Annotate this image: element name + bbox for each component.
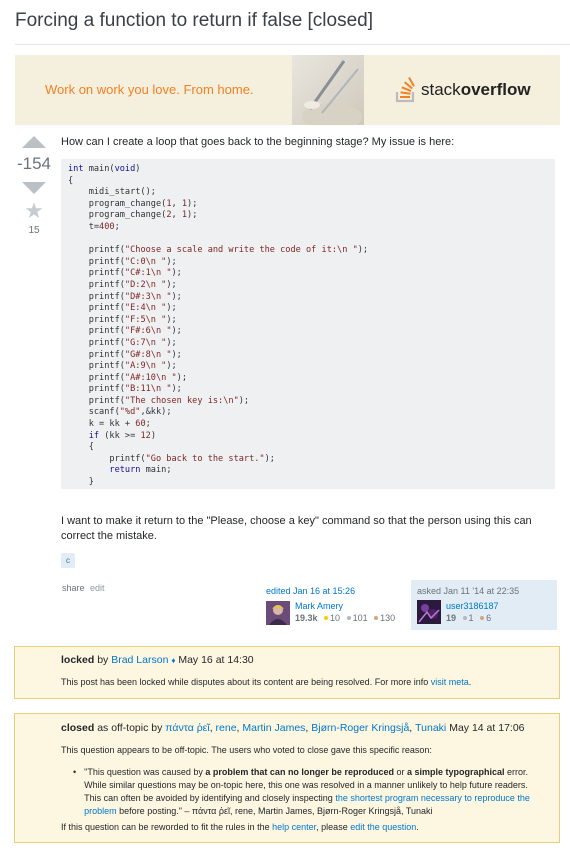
- locked-text-end: .: [468, 677, 472, 687]
- asker-reputation: 19 1 6: [446, 613, 491, 623]
- asker-bronze: 6: [486, 613, 492, 623]
- closer-link-2[interactable]: rene: [216, 722, 237, 734]
- close-reason-text: "This question was caused by a problem t…: [84, 767, 530, 816]
- editor-avatar[interactable]: [266, 601, 290, 625]
- gold-badge-icon: [324, 616, 329, 620]
- asker-name-link[interactable]: user3186187: [446, 601, 499, 611]
- bullet-icon: •: [73, 767, 77, 777]
- edited-time-link[interactable]: edited Jan 16 at 15:26: [266, 586, 355, 596]
- editor-name-link[interactable]: Mark Amery: [295, 601, 343, 611]
- editor-rep: 19.3k: [295, 613, 318, 623]
- closer-link-3[interactable]: Martin James: [242, 722, 305, 734]
- title-divider: [15, 44, 570, 45]
- editor-reputation: 19.3k 10 101 130: [295, 613, 395, 623]
- locked-notice: locked by Brad Larson ♦ May 16 at 14:30 …: [14, 646, 560, 699]
- locked-notice-header: locked by Brad Larson ♦ May 16 at 14:30: [61, 654, 254, 667]
- vote-cell: -154 ★ 15: [17, 136, 51, 236]
- question-title[interactable]: Forcing a function to return if false [c…: [15, 10, 373, 32]
- locked-by-user-link[interactable]: Brad Larson: [111, 654, 168, 666]
- locked-by: by: [97, 654, 109, 666]
- editor-silver: 101: [352, 613, 368, 623]
- closed-intro: This question appears to be off-topic. T…: [61, 745, 432, 755]
- code-block: int main(void) { midi_start(); program_c…: [61, 159, 555, 489]
- stackoverflow-logo: stack overflow: [395, 77, 531, 103]
- bronze-badge-icon: [480, 616, 485, 620]
- logo-word-overflow: overflow: [460, 80, 531, 99]
- favorite-star-icon[interactable]: ★: [18, 200, 50, 222]
- closed-notice-header: closed as off-topic by πάντα ῥεῖ, rene, …: [61, 722, 525, 734]
- close-reason: • "This question was caused by a problem…: [73, 766, 543, 818]
- banner-photo: [292, 55, 364, 125]
- closer-link-1[interactable]: πάντα ῥεῖ: [165, 722, 209, 734]
- closed-date: May 14 at 17:06: [449, 722, 525, 734]
- closed-footer: If this question can be reworded to fit …: [61, 822, 419, 832]
- closer-link-5[interactable]: Tunaki: [415, 722, 446, 734]
- locked-notice-text: This post has been locked while disputes…: [61, 676, 551, 689]
- asker-silver: 1: [468, 613, 474, 623]
- locked-date: May 16 at 14:30: [178, 654, 254, 666]
- silver-badge-icon: [346, 616, 351, 620]
- downvote-arrow-icon[interactable]: [22, 182, 46, 194]
- edit-question-link[interactable]: edit the question: [350, 822, 416, 832]
- visit-meta-link[interactable]: visit meta: [431, 677, 469, 687]
- asked-time: asked Jan 11 '14 at 22:35: [417, 586, 520, 596]
- post-menu: share edit: [62, 583, 105, 593]
- editor-gold: 10: [330, 613, 341, 623]
- asker-rep: 19: [446, 613, 457, 623]
- closed-notice: closed as off-topic by πάντα ῥεῖ, rene, …: [14, 713, 560, 843]
- moderator-diamond-icon: ♦: [171, 656, 176, 665]
- bronze-badge-icon: [374, 616, 379, 620]
- silver-badge-icon: [462, 616, 467, 620]
- editor-bronze: 130: [380, 613, 396, 623]
- tag-c[interactable]: c: [61, 553, 75, 568]
- question-body-outro: I want to make it return to the "Please,…: [61, 515, 532, 542]
- favorite-count: 15: [28, 225, 40, 236]
- edit-link[interactable]: edit: [90, 583, 105, 593]
- upvote-arrow-icon[interactable]: [22, 136, 46, 148]
- locked-label: locked: [61, 654, 95, 666]
- help-center-link[interactable]: help center: [272, 822, 316, 832]
- closed-as: as off-topic by: [97, 722, 163, 734]
- closer-link-4[interactable]: Bjørn-Roger Kringsjå: [311, 722, 409, 734]
- asker-avatar[interactable]: [417, 600, 441, 624]
- banner-text: Work on work you love. From home.: [45, 82, 254, 97]
- asker-card: asked Jan 11 '14 at 22:35 user3186187 19…: [411, 580, 557, 630]
- share-link[interactable]: share: [62, 583, 85, 593]
- job-ad-banner[interactable]: Work on work you love. From home. stack o…: [15, 55, 560, 125]
- vote-count: -154: [16, 154, 52, 173]
- question-body-intro: How can I create a loop that goes back t…: [61, 136, 455, 148]
- locked-text: This post has been locked while disputes…: [61, 677, 429, 687]
- logo-word-stack: stack: [421, 80, 461, 99]
- closed-label: closed: [61, 722, 95, 734]
